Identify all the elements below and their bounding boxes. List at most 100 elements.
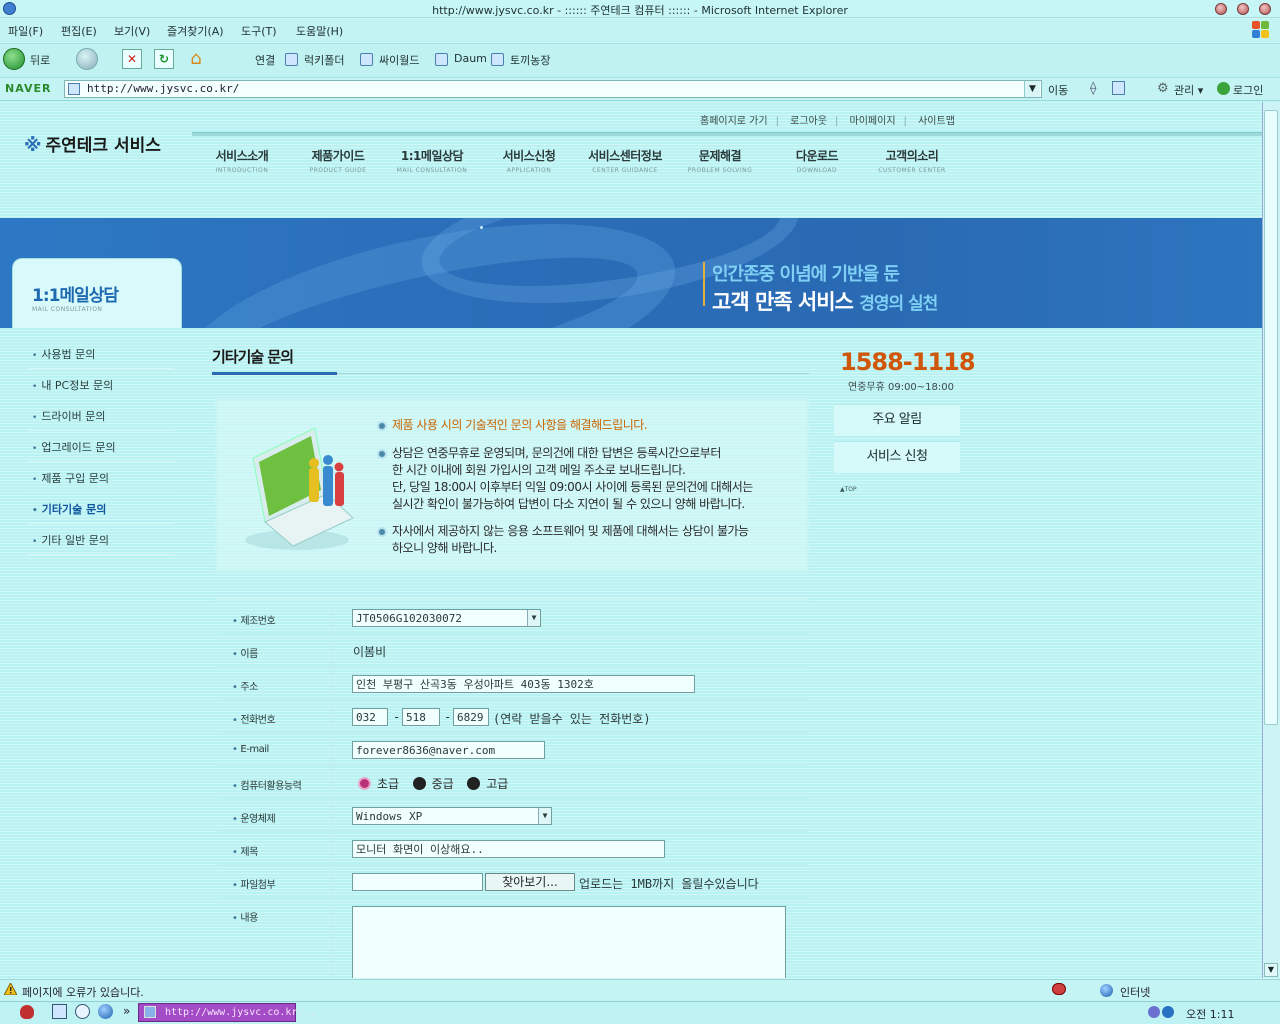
stop-icon[interactable]: ✕ — [122, 49, 142, 69]
content-textarea[interactable] — [352, 906, 786, 978]
manage-menu[interactable]: 관리 ▾ — [1174, 82, 1203, 98]
warning-icon[interactable] — [4, 983, 17, 995]
scroll-down-arrow-icon[interactable]: ▼ — [1264, 963, 1278, 977]
radio-beginner[interactable] — [358, 777, 371, 790]
serial-label: • 제조번호 — [218, 601, 332, 634]
popup-blocker-icon[interactable] — [1052, 983, 1066, 995]
minimize-button[interactable] — [1215, 3, 1227, 15]
quicklaunch-explorer-icon[interactable] — [52, 1004, 67, 1019]
gnb-product-guide[interactable]: 제품가이드 PRODUCT GUIDE — [290, 147, 386, 174]
notice-para1-line4: 실시간 확인이 불가능하여 답변이 다소 지연이 될 수 있으니 양해 바랍니다… — [392, 497, 745, 511]
login-icon[interactable] — [1217, 82, 1230, 95]
link-page-icon — [360, 53, 373, 66]
chevron-right-icon[interactable]: » — [123, 1004, 130, 1018]
link-rabbit-farm[interactable]: 토끼농장 — [510, 52, 550, 68]
gnb-customer-center[interactable]: 고객의소리 CUSTOMER CENTER — [864, 147, 960, 174]
phone-prefix-field[interactable]: 518 — [402, 708, 440, 726]
tray-network-icon[interactable] — [1148, 1006, 1160, 1018]
globe-icon — [1100, 984, 1113, 997]
email-label: • E-mail — [218, 733, 332, 766]
menu-help[interactable]: 도움말(H) — [296, 23, 343, 39]
serial-select[interactable]: JT0506G102030072 ▼ — [352, 609, 541, 627]
sidebar-item-pc-info[interactable]: • 내 PC정보 문의 — [28, 369, 174, 400]
heading-rule — [337, 373, 809, 374]
link-daum[interactable]: Daum — [454, 52, 487, 65]
util-link-sitemap[interactable]: 사이트맵 — [918, 116, 955, 127]
email-field[interactable]: forever8636@naver.com — [352, 741, 545, 759]
sidebar-item-other-tech[interactable]: • 기타기술 문의 — [28, 493, 174, 524]
chevron-down-icon[interactable]: ▼ — [1024, 81, 1040, 97]
page-title: 기타기술 문의 — [212, 348, 294, 366]
sidebar-item-upgrade[interactable]: • 업그레이드 문의 — [28, 431, 174, 462]
quicklaunch-ie-icon[interactable] — [98, 1004, 113, 1019]
notice-button[interactable]: 주요 알림 — [834, 404, 960, 436]
toolbar-handle-icon[interactable]: ⟠ — [1090, 81, 1096, 96]
page-content: ※ 주연테크 서비스 홈페이지로 가기 | 로그아웃 | 마이페이지 | 사이트맵 서비… — [0, 102, 1262, 978]
link-lucky-folder[interactable]: 럭키폴더 — [304, 52, 344, 68]
login-button[interactable]: 로그인 — [1233, 82, 1263, 98]
sidebar-item-usage[interactable]: • 사용법 문의 — [28, 338, 174, 369]
save-page-icon[interactable] — [1112, 81, 1125, 95]
sidebar-item-purchase[interactable]: • 제품 구입 문의 — [28, 462, 174, 493]
menu-tools[interactable]: 도구(T) — [241, 23, 277, 39]
chevron-down-icon[interactable]: ▼ — [527, 610, 540, 626]
quicklaunch-media-icon[interactable] — [75, 1004, 90, 1019]
menu-favorites[interactable]: 즐겨찾기(A) — [167, 23, 224, 39]
tray-messenger-icon[interactable] — [1162, 1006, 1174, 1018]
home-icon[interactable]: ⌂ — [184, 48, 208, 70]
phone-area-field[interactable]: 032 — [352, 708, 388, 726]
go-button[interactable]: 이동 — [1048, 82, 1068, 98]
window-title: http://www.jysvc.co.kr - :::::: 주연테크 컴퓨터… — [432, 4, 848, 17]
file-path-field[interactable] — [352, 873, 483, 891]
support-phone-number: 1588-1118 — [840, 348, 976, 376]
browse-button[interactable]: 찾아보기... — [485, 873, 575, 891]
menu-edit[interactable]: 편집(E) — [61, 23, 97, 39]
page-icon — [68, 83, 80, 95]
form-row-address: • 주소 인천 부평구 산곡3동 우성아파트 403동 1302호 — [218, 667, 808, 700]
site-logo[interactable]: ※ 주연테크 서비스 — [24, 131, 161, 156]
gnb-center-guidance[interactable]: 서비스센터정보 CENTER GUIDANCE — [577, 147, 673, 174]
address-input[interactable]: http://www.jysvc.co.kr/ — [64, 80, 1042, 98]
maximize-button[interactable] — [1237, 3, 1249, 15]
chevron-down-icon[interactable]: ▼ — [538, 808, 551, 824]
phone-line-field[interactable]: 6829 — [453, 708, 489, 726]
gnb-application[interactable]: 서비스신청 APPLICATION — [481, 147, 577, 174]
gnb-download[interactable]: 다운로드 DOWNLOAD — [769, 147, 865, 174]
sidebar-item-driver[interactable]: • 드라이버 문의 — [28, 400, 174, 431]
refresh-icon[interactable]: ↻ — [154, 49, 174, 69]
sidebar-item-other-general[interactable]: • 기타 일반 문의 — [28, 524, 174, 555]
gnb-introduction[interactable]: 서비스소개 INTRODUCTION — [194, 147, 290, 174]
util-link-home[interactable]: 홈페이지로 가기 — [700, 116, 768, 127]
gnb-problem-solving[interactable]: 문제해결 PROBLEM SOLVING — [672, 147, 768, 174]
banner-slogan-line2: 고객 만족 서비스 경영의 실천 — [712, 290, 938, 314]
naver-toolbar-logo[interactable]: NAVER — [5, 82, 51, 95]
subject-field[interactable]: 모니터 화면이 이상해요.. — [352, 840, 665, 858]
banner-divider — [703, 262, 705, 306]
gnb-mail-consultation[interactable]: 1:1메일상담 MAIL CONSULTATION — [384, 147, 480, 174]
menu-file[interactable]: 파일(F) — [8, 23, 43, 39]
sidebar-title-box: 1:1메일상담 MAIL CONSULTATION — [12, 258, 182, 328]
address-field[interactable]: 인천 부평구 산곡3동 우성아파트 403동 1302호 — [352, 675, 695, 693]
taskbar-window-button[interactable]: http://www.jysvc.co.kr... — [138, 1003, 316, 1022]
service-request-button[interactable]: 서비스 신청 — [834, 441, 960, 473]
start-icon[interactable] — [20, 1005, 34, 1019]
phone-note: (연락 받을수 있는 전화번호) — [493, 712, 651, 726]
form-row-os: • 운영체제 Windows XP ▼ — [218, 799, 808, 832]
notice-para2-line2: 하오니 양해 바랍니다. — [392, 541, 497, 555]
radio-advanced[interactable] — [467, 777, 481, 790]
top-link[interactable]: ▲TOP — [840, 486, 857, 493]
menu-view[interactable]: 보기(V) — [114, 23, 150, 39]
scrollbar-thumb[interactable] — [1264, 110, 1278, 725]
support-hours: 연중무휴 09:00~18:00 — [848, 382, 954, 393]
os-select[interactable]: Windows XP ▼ — [352, 807, 552, 825]
link-cyworld[interactable]: 싸이월드 — [379, 52, 419, 68]
close-button[interactable] — [1259, 3, 1271, 15]
radio-intermediate[interactable] — [412, 777, 426, 790]
file-upload-note: 업로드는 1MB까지 올릴수있습니다 — [579, 877, 759, 891]
util-link-logout[interactable]: 로그아웃 — [790, 116, 827, 127]
back-button-label[interactable]: 뒤로 — [30, 52, 50, 68]
forward-arrow-icon[interactable] — [76, 48, 98, 70]
back-arrow-icon[interactable] — [3, 48, 25, 70]
util-link-mypage[interactable]: 마이페이지 — [850, 116, 896, 127]
gear-icon[interactable]: ⚙ — [1157, 81, 1169, 96]
